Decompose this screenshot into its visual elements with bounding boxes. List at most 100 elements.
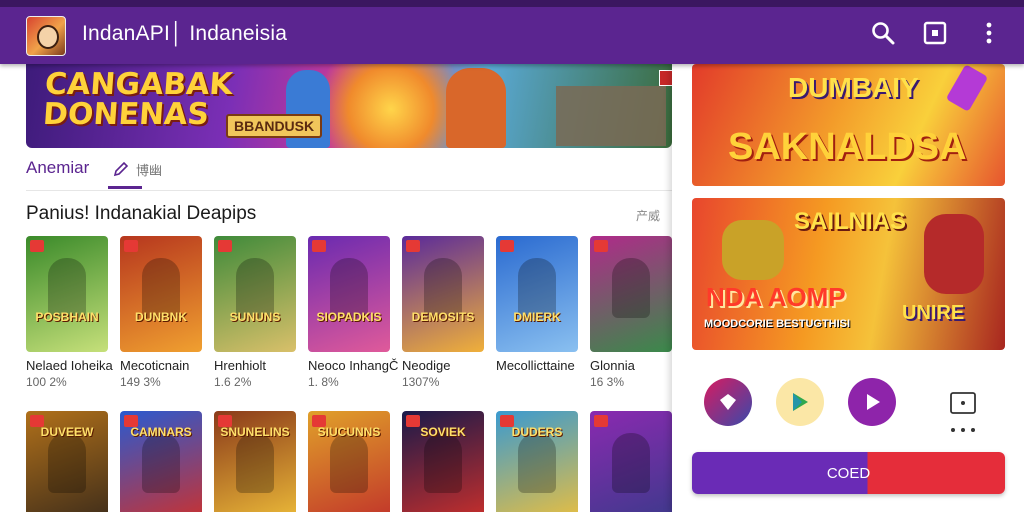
cast-icon[interactable] [922, 20, 950, 48]
game-thumbnail[interactable]: POSBHAIN [26, 236, 108, 352]
game-title[interactable]: Neodige [402, 358, 484, 373]
game-character-illustration [236, 433, 274, 493]
more-vert-icon[interactable] [976, 20, 1004, 48]
pencil-icon [113, 161, 129, 177]
game-thumbnail[interactable]: SIOPADKIS [308, 236, 390, 352]
castle-illustration [556, 86, 666, 146]
game-thumbnail[interactable]: SIUCUNNS [308, 411, 390, 512]
game-logo-text: CAMNARS [130, 425, 192, 439]
game-title[interactable]: Glonnia [590, 358, 672, 373]
game-card[interactable] [590, 411, 672, 512]
game-character-illustration [48, 433, 86, 493]
banner-title: CANGABAK DONENAS [41, 67, 234, 132]
game-rating: 149 3% [120, 375, 161, 389]
game-rating: 1307% [402, 375, 440, 389]
game-logo-text: POSBHAIN [35, 310, 99, 324]
game-logo-text: DUDERS [511, 425, 563, 439]
game-character-illustration [48, 258, 86, 318]
hero-character-illustration [446, 68, 506, 148]
app-logo-icon[interactable] [26, 16, 66, 56]
new-badge [312, 240, 326, 252]
game-card[interactable]: SNUNELINS [214, 411, 296, 512]
game-logo-text: SUNUNS [229, 310, 281, 324]
app-bar: IndanAPI│ Indaneisia [0, 0, 1024, 64]
game-thumbnail[interactable]: DEMOSITS [402, 236, 484, 352]
new-badge [500, 240, 514, 252]
status-strip [0, 0, 1024, 7]
game-title[interactable]: Mecoticnain [120, 358, 202, 373]
game-title[interactable]: Neoco InhangČ [308, 358, 398, 373]
game-thumbnail[interactable]: SOVIEK [402, 411, 484, 512]
game-card[interactable]: CAMNARS [120, 411, 202, 512]
game-card[interactable]: DUDERS [496, 411, 578, 512]
game-logo-text: DEMOSITS [411, 310, 475, 324]
game-card[interactable]: DUVEEW [26, 411, 108, 512]
search-icon[interactable] [870, 20, 898, 48]
game-character-illustration [612, 258, 650, 318]
game-card[interactable]: DUNBNK Mecoticnain 149 3% [120, 236, 202, 389]
cta-button[interactable]: COED [692, 452, 1005, 494]
game-thumbnail[interactable]: SNUNELINS [214, 411, 296, 512]
game-logo-text: DUVEEW [40, 425, 94, 439]
main-content: CANGABAK DONENAS BBANDUSK Anemiar 博幽 Pan… [0, 64, 672, 512]
promo-card-1[interactable]: DUMBAIY SAKNALDSA [692, 64, 1005, 186]
game-character-illustration [518, 258, 556, 318]
promo2-title: SAILNIAS [794, 208, 907, 235]
game-rating: 1. 8% [308, 375, 339, 389]
game-thumbnail[interactable]: CAMNARS [120, 411, 202, 512]
new-badge [218, 240, 232, 252]
game-card[interactable]: SIUCUNNS [308, 411, 390, 512]
promo1-title: DUMBAIY [788, 72, 919, 103]
new-badge [30, 240, 44, 252]
promo2-headline: NDA AOMP [706, 282, 846, 312]
game-card[interactable]: DEMOSITS Neodige 1307% [402, 236, 484, 389]
game-logo-text: DUNBNK [135, 310, 187, 324]
promo-card-2[interactable]: SAILNIAS NDA AOMP MOODCORIE BESTUGTHISI … [692, 198, 1005, 350]
hero-banner[interactable]: CANGABAK DONENAS BBANDUSK [26, 64, 672, 148]
game-thumbnail[interactable] [590, 236, 672, 352]
game-card[interactable]: POSBHAIN Nelaed Ioheika 100 2% [26, 236, 113, 389]
game-card[interactable]: Glonnia 16 3% [590, 236, 672, 389]
app-title: IndanAPI│ Indaneisia [82, 22, 288, 45]
game-thumbnail[interactable]: SUNUNS [214, 236, 296, 352]
game-thumbnail[interactable]: DMIERK [496, 236, 578, 352]
game-logo-text: SIUCUNNS [317, 425, 381, 439]
game-title[interactable]: Hrenhiolt [214, 358, 296, 373]
game-card[interactable]: DMIERK Mecollicttaine [496, 236, 578, 375]
promo2-logo: UNIRE [902, 302, 965, 324]
game-logo-text: SOVIEK [420, 425, 466, 439]
diamond-store-icon[interactable] [704, 378, 752, 426]
dice-icon[interactable] [936, 378, 984, 432]
game-character-illustration [330, 258, 368, 318]
tab-active[interactable]: Anemiar [26, 158, 89, 178]
game-logo-text: SIOPADKIS [316, 310, 382, 324]
new-badge [594, 415, 608, 427]
play-store-icon[interactable] [776, 378, 824, 426]
banner-badge [659, 70, 672, 86]
store-links [692, 378, 1005, 432]
game-character-illustration [142, 433, 180, 493]
game-character-illustration [236, 258, 274, 318]
game-title[interactable]: Mecollicttaine [496, 358, 578, 373]
section-more-link[interactable]: 产威 [636, 207, 660, 224]
game-card[interactable]: SUNUNS Hrenhiolt 1.6 2% [214, 236, 296, 389]
game-character-illustration [424, 258, 462, 318]
tab-bar: Anemiar 博幽 [26, 156, 672, 191]
game-logo-text: SNUNELINS [220, 425, 290, 439]
game-title[interactable]: Nelaed Ioheika [26, 358, 113, 373]
game-thumbnail[interactable]: DUVEEW [26, 411, 108, 512]
game-character-illustration [518, 433, 556, 493]
game-logo-text: DMIERK [513, 310, 561, 324]
game-thumbnail[interactable] [590, 411, 672, 512]
game-rating: 16 3% [590, 375, 625, 389]
side-panel: DUMBAIY SAKNALDSA SAILNIAS NDA AOMP MOOD… [672, 64, 1024, 512]
banner-tag: BBANDUSK [226, 114, 323, 138]
game-character-illustration [424, 433, 462, 493]
game-card[interactable]: SOVIEK [402, 411, 484, 512]
play-button-icon[interactable] [848, 378, 896, 426]
new-badge [594, 240, 608, 252]
game-thumbnail[interactable]: DUNBNK [120, 236, 202, 352]
game-thumbnail[interactable]: DUDERS [496, 411, 578, 512]
game-card[interactable]: SIOPADKIS Neoco InhangČ 1. 8% [308, 236, 398, 389]
tab-second[interactable]: 博幽 [136, 160, 162, 179]
